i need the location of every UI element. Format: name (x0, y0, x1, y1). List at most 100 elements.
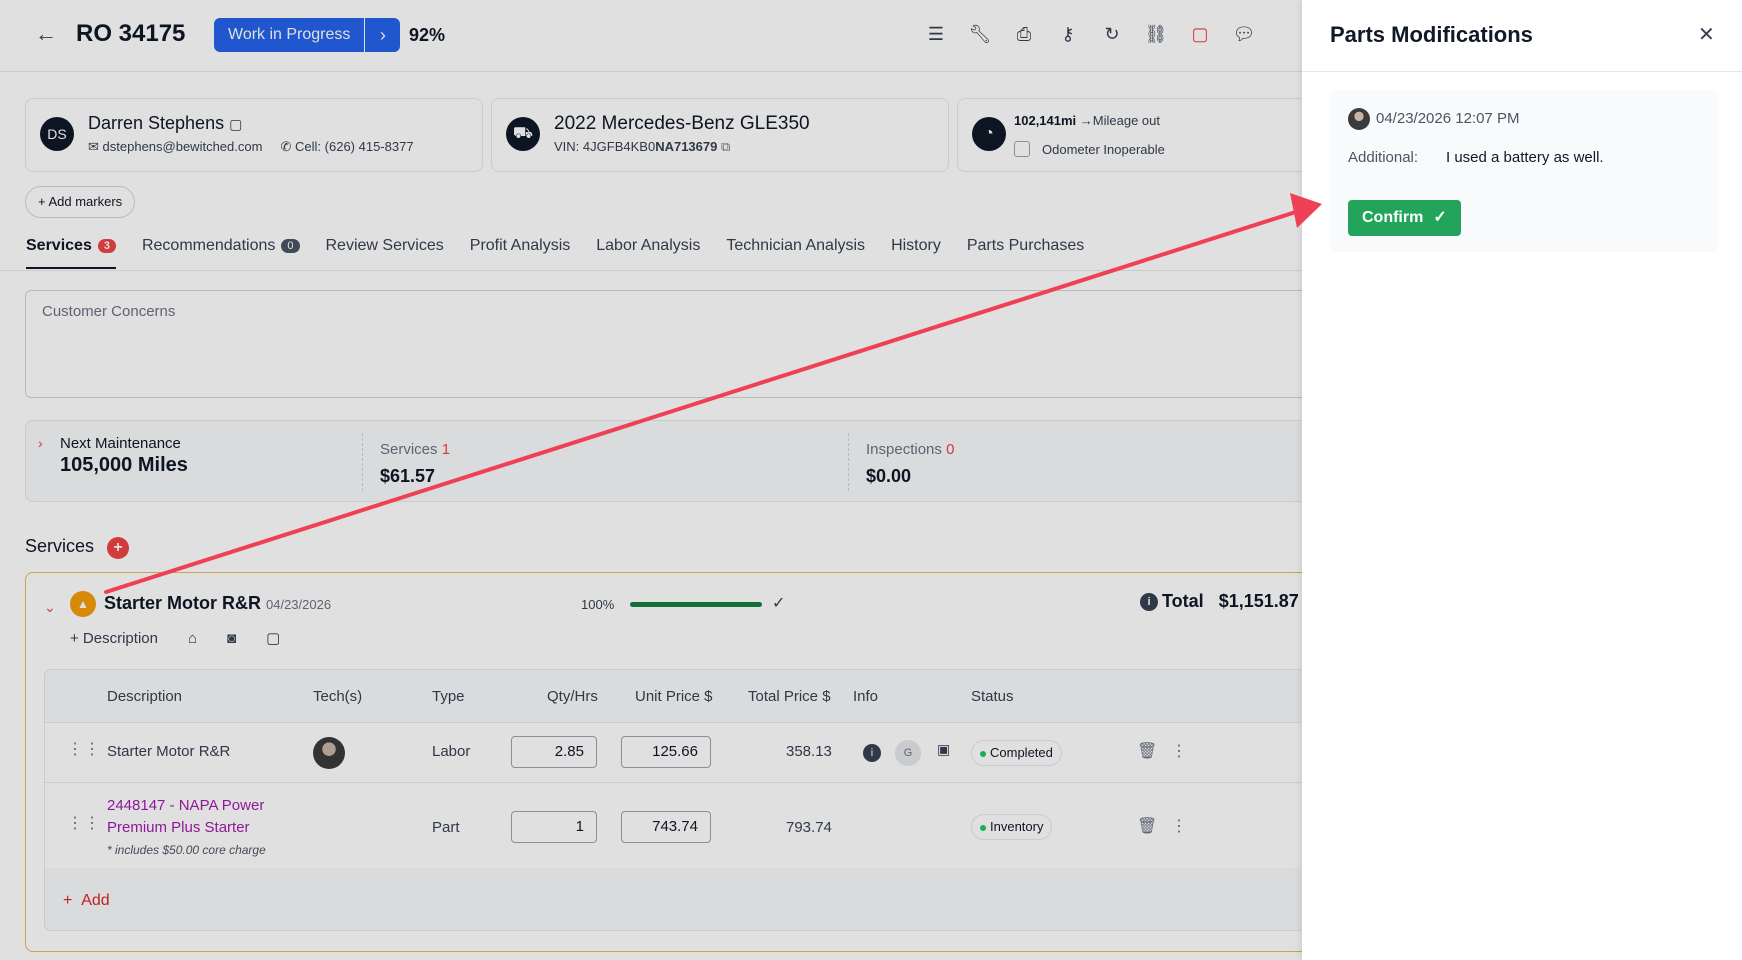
plus-icon[interactable]: + (63, 892, 72, 909)
edit-note-icon[interactable]: ▢ (229, 116, 242, 132)
key-icon[interactable]: ⚷ (1054, 20, 1082, 48)
list-icon[interactable]: ☰ (922, 20, 950, 48)
panel-header: Parts Modifications ✕ (1302, 0, 1742, 72)
add-markers-button[interactable]: + Add markers (25, 186, 136, 218)
tab-services[interactable]: Services 3 (26, 237, 116, 269)
total-value: $1,151.87 (1218, 591, 1299, 611)
printer-icon[interactable]: ⎙ (1010, 20, 1038, 48)
technician-avatar[interactable] (313, 737, 345, 769)
core-charge-note: * includes $50.00 core charge (107, 843, 266, 857)
refresh-icon[interactable]: ↻ (1098, 20, 1126, 48)
status-dot (980, 750, 986, 757)
mileage-out[interactable]: Mileage out (1093, 113, 1160, 128)
mileage-card: ◔ 102,141mi →Mileage out Odometer Inoper… (957, 98, 1317, 172)
line-description[interactable]: Starter Motor R&R (107, 743, 230, 760)
add-line-label[interactable]: Add (81, 892, 109, 909)
customer-card: DS Darren Stephens ▢ ✉ dstephens@bewitch… (25, 98, 483, 172)
trash-icon[interactable]: 🗑︎ (1137, 816, 1157, 836)
tab-label[interactable]: Services (26, 237, 92, 254)
note-icon[interactable]: ▢ (266, 629, 280, 647)
copy-icon[interactable]: ⧉ (721, 139, 730, 154)
link-icon[interactable]: ⛓︎ (1142, 20, 1170, 48)
toolbar: ☰ 🔧︎ ⎙ ⚷ ↻ ⛓︎ ▢ 💬︎ (922, 20, 1258, 48)
customer-avatar: DS (40, 117, 74, 151)
part-name-line1[interactable]: 2448147 - NAPA Power (107, 797, 264, 814)
info-icon[interactable]: i (863, 744, 881, 762)
tab-labor-analysis[interactable]: Labor Analysis (596, 237, 700, 269)
close-icon[interactable]: ✕ (1698, 22, 1715, 47)
more-icon[interactable]: ⋮ (1171, 741, 1187, 761)
clipboard-icon[interactable]: ▣ (937, 741, 950, 758)
add-line-button[interactable]: + Add (63, 892, 110, 910)
total-label: Total (1162, 591, 1204, 611)
comment-icon[interactable]: 💬︎ (1230, 20, 1258, 48)
back-arrow-icon[interactable]: ← (32, 20, 60, 48)
tab-label[interactable]: Recommendations (142, 237, 275, 254)
divider (848, 433, 849, 491)
customer-concerns-field[interactable]: Customer Concerns (25, 290, 1315, 398)
drag-handle-icon[interactable]: ⋮⋮ (67, 813, 101, 833)
tab-badge: 3 (97, 238, 116, 253)
tab-badge: 0 (281, 238, 300, 253)
sticky-note-icon[interactable]: ▢ (1186, 20, 1214, 48)
unit-price-input[interactable]: 743.74 (621, 811, 711, 843)
modification-label: Additional: (1348, 149, 1419, 166)
services-stat-count: 1 (441, 441, 451, 458)
parts-modifications-panel: Parts Modifications ✕ 04/23/2026 12:07 P… (1302, 0, 1742, 960)
qty-input[interactable]: 1 (511, 811, 597, 843)
odometer-checkbox[interactable] (1014, 141, 1030, 157)
chevron-right-icon[interactable]: › (38, 435, 43, 451)
service-progress-bar (630, 602, 762, 607)
customer-name-text[interactable]: Darren Stephens (88, 113, 224, 133)
chevron-down-icon[interactable]: ⌄ (44, 599, 56, 616)
confirm-button[interactable]: Confirm ✓ (1348, 200, 1461, 236)
vehicle-name[interactable]: 2022 Mercedes-Benz GLE350 (554, 113, 810, 135)
customer-name[interactable]: Darren Stephens ▢ (88, 113, 242, 134)
confirm-label[interactable]: Confirm (1362, 200, 1423, 236)
inspections-stat-count: 0 (946, 441, 955, 458)
odometer-label: Odometer Inoperable (1042, 141, 1165, 157)
part-link[interactable]: 2448147 - NAPA Power Premium Plus Starter (107, 795, 264, 839)
tab-recommendations[interactable]: Recommendations 0 (142, 237, 300, 269)
status-button[interactable]: Work in Progress › (214, 18, 401, 52)
wrench-icon[interactable]: 🔧︎ (966, 20, 994, 48)
status-badge[interactable]: Completed (971, 740, 1062, 766)
status-text[interactable]: Inventory (990, 819, 1043, 834)
more-icon[interactable]: ⋮ (1171, 816, 1187, 836)
unit-price-input[interactable]: 125.66 (621, 736, 711, 768)
g-badge[interactable]: G (895, 740, 921, 766)
info-icon[interactable]: i (1140, 593, 1158, 612)
mileage-value[interactable]: 102,141mi (1014, 113, 1076, 128)
phone-icon: ✆ (280, 139, 292, 154)
tab-review-services[interactable]: Review Services (326, 237, 444, 269)
tab-parts-purchases[interactable]: Parts Purchases (967, 237, 1084, 269)
status-text[interactable]: Completed (990, 745, 1053, 760)
service-name[interactable]: Starter Motor R&R (104, 593, 261, 614)
user-avatar (1348, 108, 1370, 130)
arrow-right-icon: → (1079, 113, 1093, 128)
trash-icon[interactable]: 🗑︎ (1137, 741, 1157, 761)
stats-bar: › Next Maintenance 105,000 Miles Service… (25, 420, 1315, 502)
tab-technician-analysis[interactable]: Technician Analysis (726, 237, 865, 269)
part-name-line2[interactable]: Premium Plus Starter (107, 819, 250, 836)
chevron-right-icon[interactable]: › (364, 18, 401, 52)
next-maintenance[interactable]: Next Maintenance 105,000 Miles (60, 435, 188, 477)
qty-input[interactable]: 2.85 (511, 736, 597, 768)
drag-handle-icon[interactable]: ⋮⋮ (67, 739, 101, 759)
customer-email[interactable]: dstephens@bewitched.com (103, 139, 263, 154)
status-label[interactable]: Work in Progress (214, 18, 365, 52)
column-header: Description (107, 688, 183, 705)
tab-history[interactable]: History (891, 237, 941, 269)
status-badge[interactable]: Inventory (971, 814, 1053, 840)
top-bar: ← RO 34175 Work in Progress › 92% ☰ 🔧︎ ⎙… (0, 0, 1302, 72)
customer-cell[interactable]: Cell: (626) 415-8377 (295, 139, 414, 154)
tag-icon[interactable]: ⌂ (188, 630, 197, 647)
services-stat-value: $61.57 (380, 466, 436, 486)
mileage-in[interactable]: 102,141mi →Mileage out (1014, 113, 1160, 128)
next-maintenance-value: 105,000 Miles (60, 454, 188, 476)
service-date: 04/23/2026 (266, 597, 332, 612)
tab-profit-analysis[interactable]: Profit Analysis (470, 237, 570, 269)
add-description-button[interactable]: + Description (70, 630, 158, 647)
camera-icon[interactable]: ◙ (227, 630, 236, 647)
add-service-button[interactable]: + (107, 537, 129, 559)
